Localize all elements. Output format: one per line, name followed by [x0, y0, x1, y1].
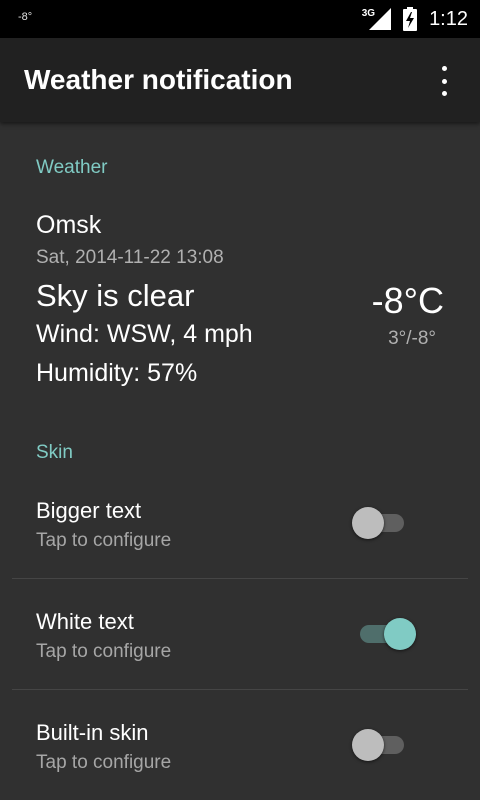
pref-summary: Tap to configure — [36, 641, 172, 662]
pref-white-text[interactable]: White text Tap to configure — [0, 579, 480, 689]
status-icons: 3G 1:12 — [362, 0, 468, 38]
pref-title: Bigger text — [36, 498, 142, 523]
weather-temperature: -8°C — [371, 280, 444, 321]
bigger-text-toggle[interactable] — [352, 506, 412, 539]
weather-datetime: Sat, 2014-11-22 13:08 — [36, 247, 224, 268]
status-temperature: -8° — [18, 11, 33, 23]
toggle-thumb — [352, 729, 384, 761]
app-title: Weather notification — [24, 64, 293, 95]
toggle-thumb — [384, 618, 416, 650]
overflow-dot — [441, 66, 447, 71]
status-bar: -8° 3G 1:12 — [0, 0, 480, 38]
pref-summary: Tap to configure — [36, 530, 172, 551]
overflow-dot — [441, 91, 447, 96]
pref-built-in-skin[interactable]: Built-in skin Tap to configure — [0, 690, 480, 800]
weather-condition: Sky is clear — [36, 278, 195, 313]
toggle-thumb — [352, 507, 384, 539]
built-in-skin-toggle[interactable] — [352, 728, 412, 761]
pref-title: White text — [36, 609, 134, 634]
weather-temp-range: 3°/-8° — [388, 328, 436, 349]
pref-title: Built-in skin — [36, 720, 149, 745]
battery-charging-icon — [403, 7, 418, 31]
weather-section-header: Weather — [36, 157, 108, 178]
weather-wind: Wind: WSW, 4 mph — [36, 320, 253, 348]
network-type-label: 3G — [361, 7, 376, 19]
skin-section-header: Skin — [36, 442, 73, 463]
white-text-toggle[interactable] — [352, 617, 416, 650]
pref-summary: Tap to configure — [36, 752, 172, 773]
overflow-dot — [441, 78, 447, 84]
pref-bigger-text[interactable]: Bigger text Tap to configure — [0, 468, 480, 578]
status-clock: 1:12 — [429, 7, 468, 30]
weather-city: Omsk — [36, 211, 102, 239]
app-bar: Weather notification — [0, 38, 480, 122]
overflow-menu-icon[interactable] — [432, 66, 456, 96]
weather-humidity: Humidity: 57% — [36, 359, 198, 387]
